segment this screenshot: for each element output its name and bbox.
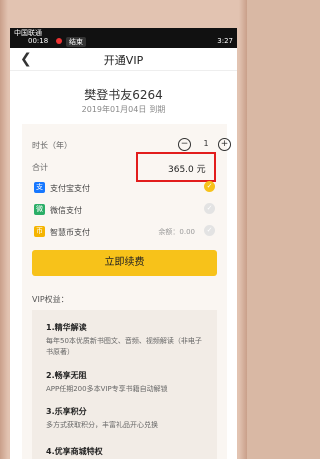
wechat-icon: 微 (34, 204, 45, 215)
payment-option-alipay[interactable]: 支 支付宝支付 ✓ (22, 180, 227, 200)
payment-label: 微信支付 (50, 206, 82, 215)
coin-icon: 币 (34, 226, 45, 237)
nav-bar: ❮ 开通VIP (10, 48, 237, 71)
checked-icon: ✓ (204, 181, 215, 192)
user-name: 樊登书友6264 (84, 88, 163, 102)
page-title: 开通VIP (103, 54, 144, 67)
increase-button[interactable]: + (218, 138, 231, 151)
perk-title: 1.精华解读 (46, 323, 87, 332)
unchecked-icon: ✓ (204, 225, 215, 236)
expire-suffix: 到期 (149, 105, 166, 114)
coin-balance: 余额：0.00 (158, 228, 195, 236)
duration-value: 1 (203, 139, 209, 148)
perk-desc: 多方式获取积分，丰富礼品开心兑换 (46, 421, 158, 429)
total-label: 合计 (32, 163, 48, 172)
end-recording-button[interactable]: 结束 (66, 37, 86, 47)
unchecked-icon: ✓ (204, 203, 215, 214)
payment-label: 智慧币支付 (50, 228, 90, 237)
vip-rights-title: VIP权益： (32, 295, 69, 304)
expire-info: 2019年01月04日 到期 (10, 104, 237, 115)
renew-button[interactable]: 立即续费 (32, 250, 217, 276)
payment-option-wechat[interactable]: 微 微信支付 ✓ (22, 202, 227, 222)
alipay-icon: 支 (34, 182, 45, 193)
expire-date: 2019年01月04日 (81, 105, 147, 114)
decrease-button[interactable]: − (178, 138, 191, 151)
status-clock: 3:27 (217, 37, 233, 45)
duration-label: 时长（年） (32, 141, 72, 150)
payment-label: 支付宝支付 (50, 184, 90, 193)
total-value: 365.0 元 (168, 165, 206, 175)
perk-title: 2.畅享无阻 (46, 371, 87, 380)
perk-title: 3.乐享积分 (46, 407, 87, 416)
perk-desc: APP任期200多本VIP专享书籍自动解锁 (46, 385, 168, 393)
perk-title: 4.优享商城特权 (46, 447, 103, 456)
payment-option-coin[interactable]: 币 智慧币支付 余额：0.00 ✓ (22, 224, 227, 244)
status-bar: 中国联通 00:18 结束 3:27 (10, 28, 237, 48)
status-time: 00:18 (28, 37, 49, 45)
perk-desc: 每年50本优质新书图文、音频、视频解读（非电子书原著） (46, 337, 202, 356)
record-dot-icon (56, 38, 62, 44)
